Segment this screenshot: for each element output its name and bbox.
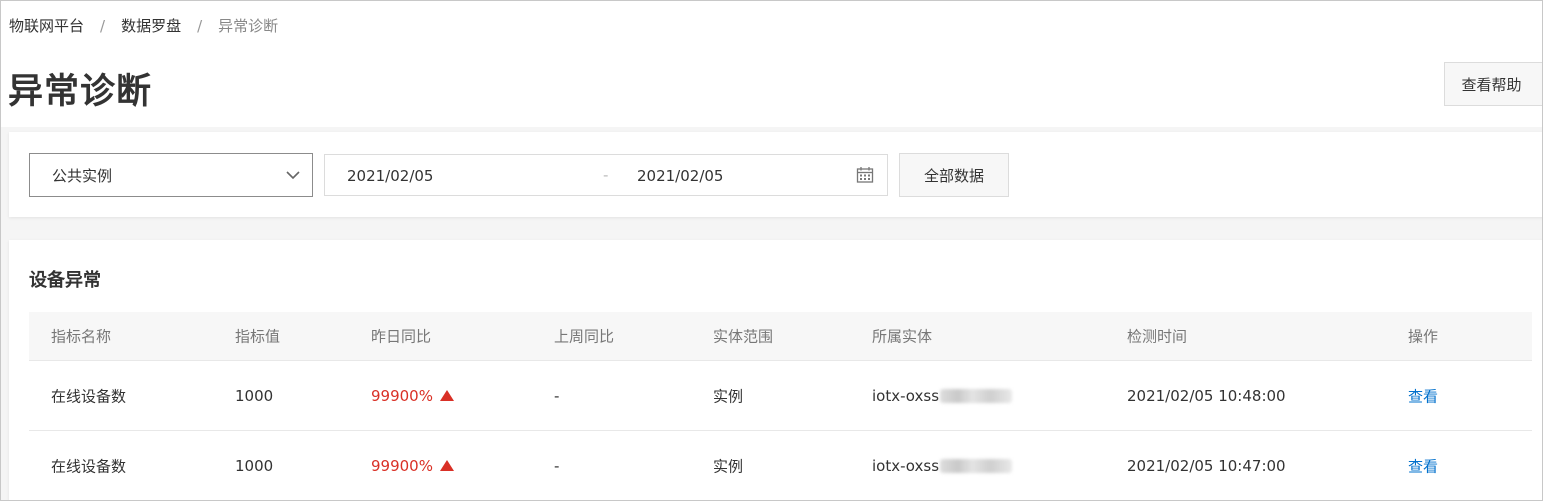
entity-scope: 实例 [713,387,744,405]
instance-select[interactable]: 公共实例 [29,153,313,197]
column-header-action: 操作 [1408,327,1439,346]
week-over-week-change: - [554,386,560,405]
help-button[interactable]: 查看帮助 [1444,62,1542,106]
detect-time: 2021/02/05 10:47:00 [1127,456,1286,475]
filter-bar: 公共实例 2021/02/05 - 2021/02/05 全部数据 [9,132,1542,217]
column-header-detect-time: 检测时间 [1127,327,1188,346]
change-percent: 99900% [371,456,433,475]
column-header-metric-name: 指标名称 [51,327,112,346]
page-header: 物联网平台 / 数据罗盘 / 异常诊断 异常诊断 查看帮助 [1,1,1542,127]
entity-id-text: iotx-oxss [872,386,940,405]
date-range-picker[interactable]: 2021/02/05 - 2021/02/05 [324,154,888,196]
day-over-day-change: 99900% [371,387,454,405]
table-row: 在线设备数 1000 99900% - 实例 iotx-oxss 2021/02… [29,431,1532,500]
date-start-input[interactable]: 2021/02/05 [347,167,433,185]
redacted-blur [940,459,1013,473]
week-over-week-change: - [554,456,560,475]
breadcrumb-separator: / [197,16,203,35]
metric-value: 1000 [235,386,274,405]
view-link[interactable]: 查看 [1408,455,1438,476]
section-title: 设备异常 [29,270,101,291]
view-link[interactable]: 查看 [1408,385,1438,406]
column-header-metric-value: 指标值 [235,327,281,346]
column-header-week-over-week: 上周同比 [554,327,615,346]
entity-id: iotx-oxss [872,456,1013,475]
entity-id-text: iotx-oxss [872,456,940,475]
entity-scope: 实例 [713,457,744,475]
device-anomaly-card: 设备异常 指标名称 指标值 昨日同比 上周同比 实体范围 所属实体 检测时间 操… [9,240,1542,500]
all-data-button[interactable]: 全部数据 [899,153,1009,197]
redacted-blur [940,389,1013,403]
metric-name: 在线设备数 [51,387,127,405]
date-range-separator: - [603,166,609,184]
page-title: 异常诊断 [8,72,153,112]
table-row: 在线设备数 1000 99900% - 实例 iotx-oxss 2021/02… [29,361,1532,431]
date-end-input[interactable]: 2021/02/05 [637,167,723,185]
table-header: 指标名称 指标值 昨日同比 上周同比 实体范围 所属实体 检测时间 操作 [29,312,1532,361]
breadcrumb-item-iot-platform[interactable]: 物联网平台 [9,15,84,36]
calendar-icon[interactable] [856,166,874,184]
column-header-day-over-day: 昨日同比 [371,327,432,346]
breadcrumb-current: 异常诊断 [218,17,279,35]
arrow-up-icon [439,390,454,401]
arrow-up-icon [439,460,454,471]
chevron-down-icon [286,171,300,180]
column-header-entity-scope: 实体范围 [713,327,774,346]
instance-select-value: 公共实例 [52,166,113,185]
metric-name: 在线设备数 [51,457,127,475]
metric-value: 1000 [235,456,274,475]
breadcrumb-item-data-compass[interactable]: 数据罗盘 [121,15,181,36]
change-percent: 99900% [371,386,433,405]
entity-id: iotx-oxss [872,386,1013,405]
anomaly-table: 指标名称 指标值 昨日同比 上周同比 实体范围 所属实体 检测时间 操作 在线设… [29,312,1532,500]
detect-time: 2021/02/05 10:48:00 [1127,386,1286,405]
day-over-day-change: 99900% [371,457,454,475]
column-header-entity: 所属实体 [872,327,933,346]
breadcrumb-separator: / [100,16,106,35]
app-frame: 物联网平台 / 数据罗盘 / 异常诊断 异常诊断 查看帮助 公共实例 2021/… [0,0,1543,501]
breadcrumb: 物联网平台 / 数据罗盘 / 异常诊断 [9,15,278,36]
